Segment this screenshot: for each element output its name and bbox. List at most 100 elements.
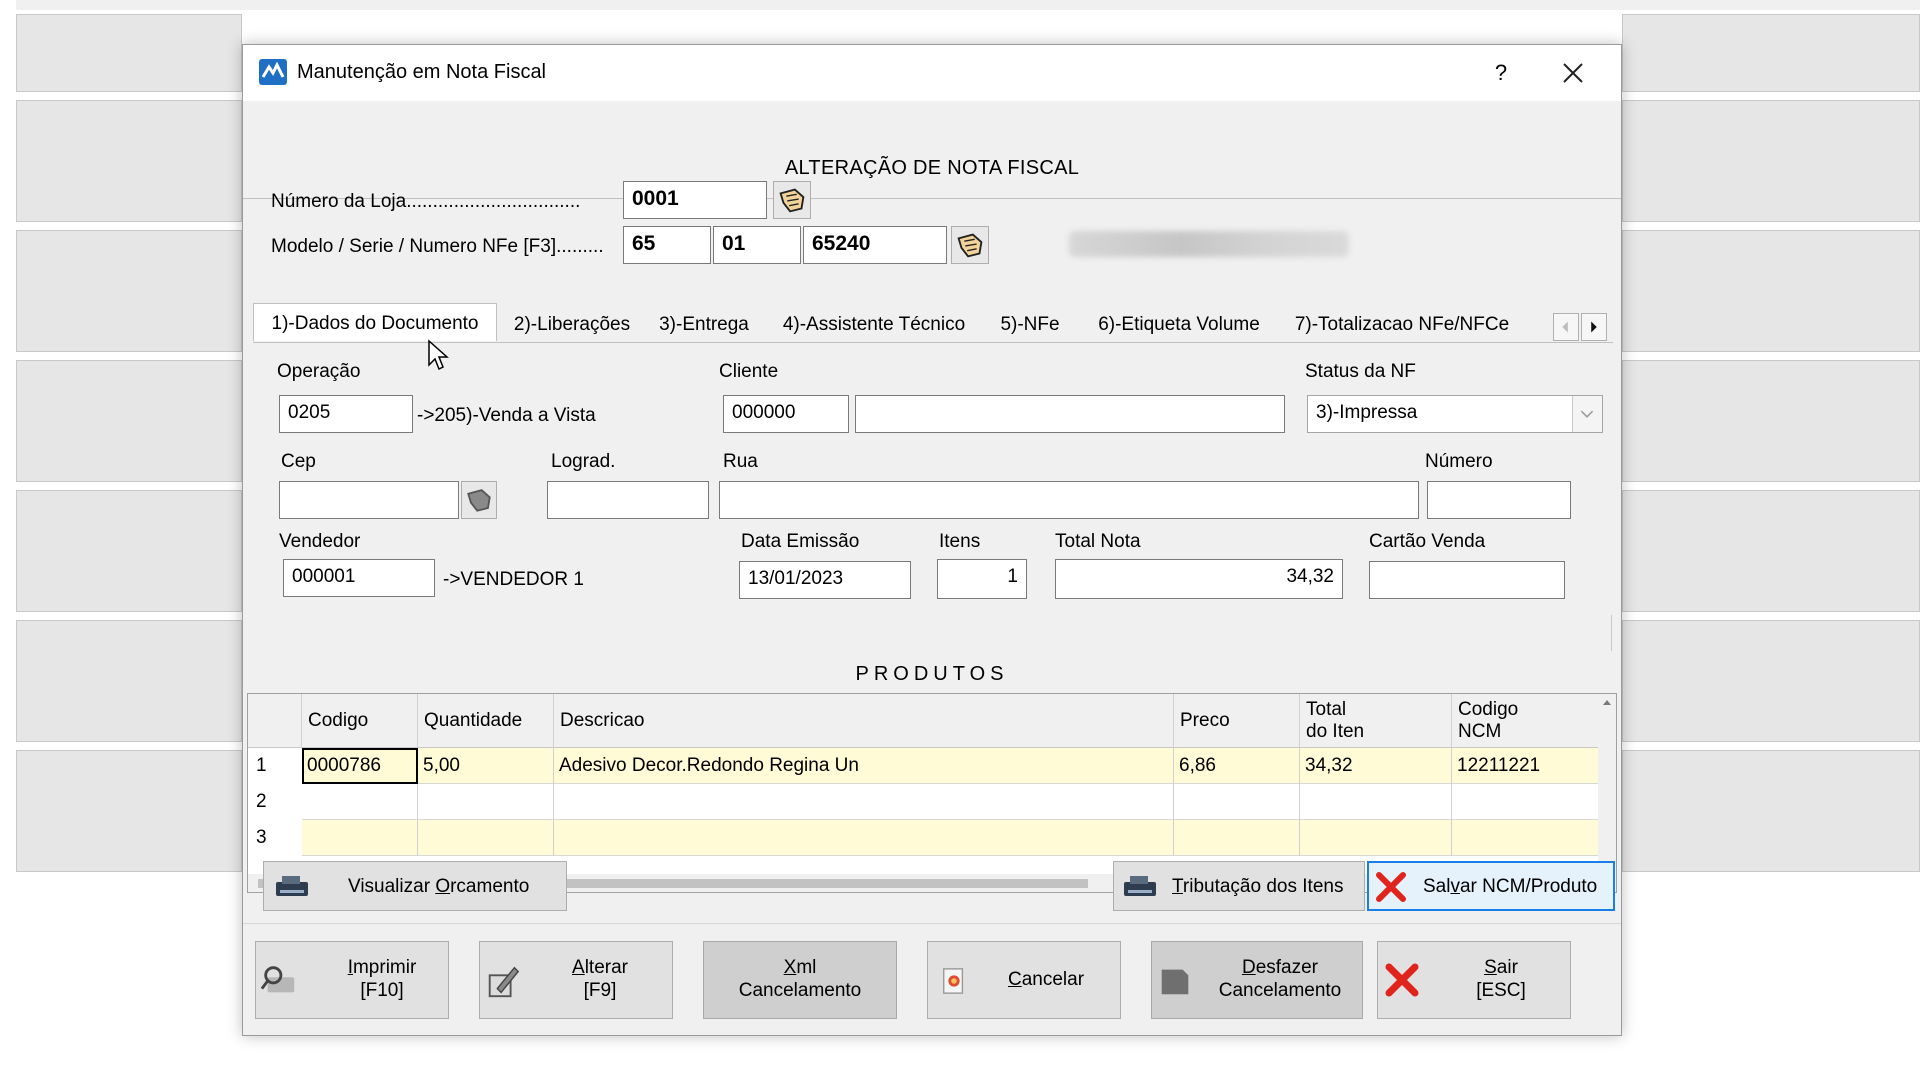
tab-liberacoes[interactable]: 2)-Liberações xyxy=(503,307,641,343)
cep-input[interactable] xyxy=(279,481,459,519)
table-row[interactable]: 3 xyxy=(248,820,1600,856)
col-total-item[interactable]: Total do Iten xyxy=(1300,694,1452,748)
alterar-label: A xyxy=(572,957,585,978)
title-bar: Manutenção em Nota Fiscal ? xyxy=(243,45,1621,101)
desfazer-cancelamento-button[interactable]: Desfazer Cancelamento xyxy=(1151,941,1363,1019)
produtos-divider xyxy=(1611,615,1612,651)
tab-etiqueta-volume[interactable]: 6)-Etiqueta Volume xyxy=(1079,307,1279,343)
col-descricao[interactable]: Descricao xyxy=(554,694,1174,748)
row-number: 1 xyxy=(248,748,302,784)
chevron-left-icon xyxy=(1562,321,1568,333)
background-tile xyxy=(16,360,242,482)
tab-scroll-left[interactable] xyxy=(1553,313,1579,341)
background-tile xyxy=(1622,360,1920,482)
search-printer-icon xyxy=(260,966,295,993)
chevron-down-icon xyxy=(1580,410,1594,418)
cell-total-item[interactable] xyxy=(1300,820,1452,856)
serie-input[interactable]: 01 xyxy=(713,226,801,264)
cell-descricao[interactable] xyxy=(554,784,1174,820)
cell-total-item[interactable] xyxy=(1300,784,1452,820)
tab-dados-documento[interactable]: 1)-Dados do Documento xyxy=(253,303,497,341)
cell-codigo-ncm[interactable] xyxy=(1452,820,1600,856)
col-quantidade[interactable]: Quantidade xyxy=(418,694,554,748)
table-row[interactable]: 2 xyxy=(248,784,1600,820)
tab-entrega[interactable]: 3)-Entrega xyxy=(645,307,763,343)
loja-lookup-button[interactable] xyxy=(773,181,811,219)
edit-document-icon xyxy=(488,966,520,998)
tab-nfe[interactable]: 5)-NFe xyxy=(985,307,1075,343)
background-tile xyxy=(16,620,242,742)
data-emissao-input[interactable]: 13/01/2023 xyxy=(739,561,911,599)
data-emissao-label: Data Emissão xyxy=(741,531,860,552)
operacao-label: Operação xyxy=(277,361,361,382)
salvar-ncm-produto-button[interactable]: Salvar NCM/Produto xyxy=(1367,861,1615,911)
background-tile xyxy=(1622,100,1920,222)
cell-total-item[interactable]: 34,32 xyxy=(1300,748,1452,784)
numero-nfe-input[interactable]: 65240 xyxy=(803,226,947,264)
cliente-input[interactable]: 000000 xyxy=(723,395,849,433)
salvar-label: Sal xyxy=(1423,876,1451,897)
cell-quantidade[interactable]: 5,00 xyxy=(418,748,554,784)
app-icon xyxy=(259,59,287,85)
tributacao-itens-button[interactable]: Tributação dos Itens xyxy=(1113,861,1365,911)
produtos-title: PRODUTOS xyxy=(855,663,1009,685)
close-icon[interactable] xyxy=(1553,53,1593,93)
col-codigo-ncm[interactable]: Codigo NCM xyxy=(1452,694,1600,748)
total-nota-input[interactable]: 34,32 xyxy=(1055,559,1343,599)
cancel-document-icon xyxy=(943,968,964,994)
status-dropdown-arrow[interactable] xyxy=(1572,396,1602,432)
store-name-redacted xyxy=(1069,231,1349,257)
cell-codigo-ncm[interactable]: 12211221 xyxy=(1452,748,1600,784)
cartao-venda-input[interactable] xyxy=(1369,561,1565,599)
cell-codigo[interactable] xyxy=(302,820,418,856)
background-tile xyxy=(1622,14,1920,92)
cell-preco[interactable]: 6,86 xyxy=(1174,748,1300,784)
background-top-strip xyxy=(16,0,1920,10)
background-tile xyxy=(16,490,242,612)
cell-codigo-ncm[interactable] xyxy=(1452,784,1600,820)
cell-codigo[interactable] xyxy=(302,784,418,820)
status-nf-select[interactable]: 3)-Impressa xyxy=(1307,395,1603,433)
nfe-lookup-button[interactable] xyxy=(951,226,989,264)
table-row[interactable]: 1 0000786 5,00 Adesivo Decor.Redondo Reg… xyxy=(248,748,1600,784)
col-preco[interactable]: Preco xyxy=(1174,694,1300,748)
vendedor-label: Vendedor xyxy=(279,531,361,552)
cliente-name-input[interactable] xyxy=(855,395,1285,433)
lograd-input[interactable] xyxy=(547,481,709,519)
background-tile xyxy=(1622,230,1920,352)
itens-input[interactable]: 1 xyxy=(937,559,1027,599)
cell-preco[interactable] xyxy=(1174,820,1300,856)
printer-icon xyxy=(1124,876,1156,896)
modelo-input[interactable]: 65 xyxy=(623,226,711,264)
tab-scroll-right[interactable] xyxy=(1581,313,1607,341)
rua-input[interactable] xyxy=(719,481,1419,519)
cell-descricao[interactable]: Adesivo Decor.Redondo Regina Un xyxy=(554,748,1174,784)
alterar-button[interactable]: Alterar [F9] xyxy=(479,941,673,1019)
cep-lookup-button[interactable] xyxy=(461,481,497,519)
imprimir-button[interactable]: Imprimir [F10] xyxy=(255,941,449,1019)
help-button[interactable]: ? xyxy=(1483,55,1519,91)
grid-header: Codigo Quantidade Descricao Preco Total d… xyxy=(248,694,1600,748)
xml-cancelamento-button[interactable]: Xml Cancelamento xyxy=(703,941,897,1019)
vendedor-input[interactable]: 000001 xyxy=(283,559,435,597)
col-codigo[interactable]: Codigo xyxy=(302,694,418,748)
cell-quantidade[interactable] xyxy=(418,820,554,856)
red-x-icon xyxy=(1376,872,1406,902)
cancelar-button[interactable]: Cancelar xyxy=(927,941,1121,1019)
tab-assistente-tecnico[interactable]: 4)-Assistente Técnico xyxy=(767,307,981,343)
nfe-label: Modelo / Serie / Numero NFe [F3]........… xyxy=(271,236,604,257)
tab-totalizacao[interactable]: 7)-Totalizacao NFe/NFCe xyxy=(1283,307,1521,343)
total-nota-label: Total Nota xyxy=(1055,531,1141,552)
loja-input[interactable]: 0001 xyxy=(623,181,767,219)
status-nf-label: Status da NF xyxy=(1305,361,1416,382)
numero-input[interactable] xyxy=(1427,481,1571,519)
row-number: 2 xyxy=(248,784,302,820)
visualizar-orcamento-button[interactable]: Visualizar Orcamento xyxy=(263,861,567,911)
hand-pointer-icon xyxy=(467,489,491,512)
sair-button[interactable]: Sair [ESC] xyxy=(1377,941,1571,1019)
cell-preco[interactable] xyxy=(1174,784,1300,820)
cell-descricao[interactable] xyxy=(554,820,1174,856)
operacao-input[interactable]: 0205 xyxy=(279,395,413,433)
cell-codigo[interactable]: 0000786 xyxy=(302,748,418,784)
cell-quantidade[interactable] xyxy=(418,784,554,820)
